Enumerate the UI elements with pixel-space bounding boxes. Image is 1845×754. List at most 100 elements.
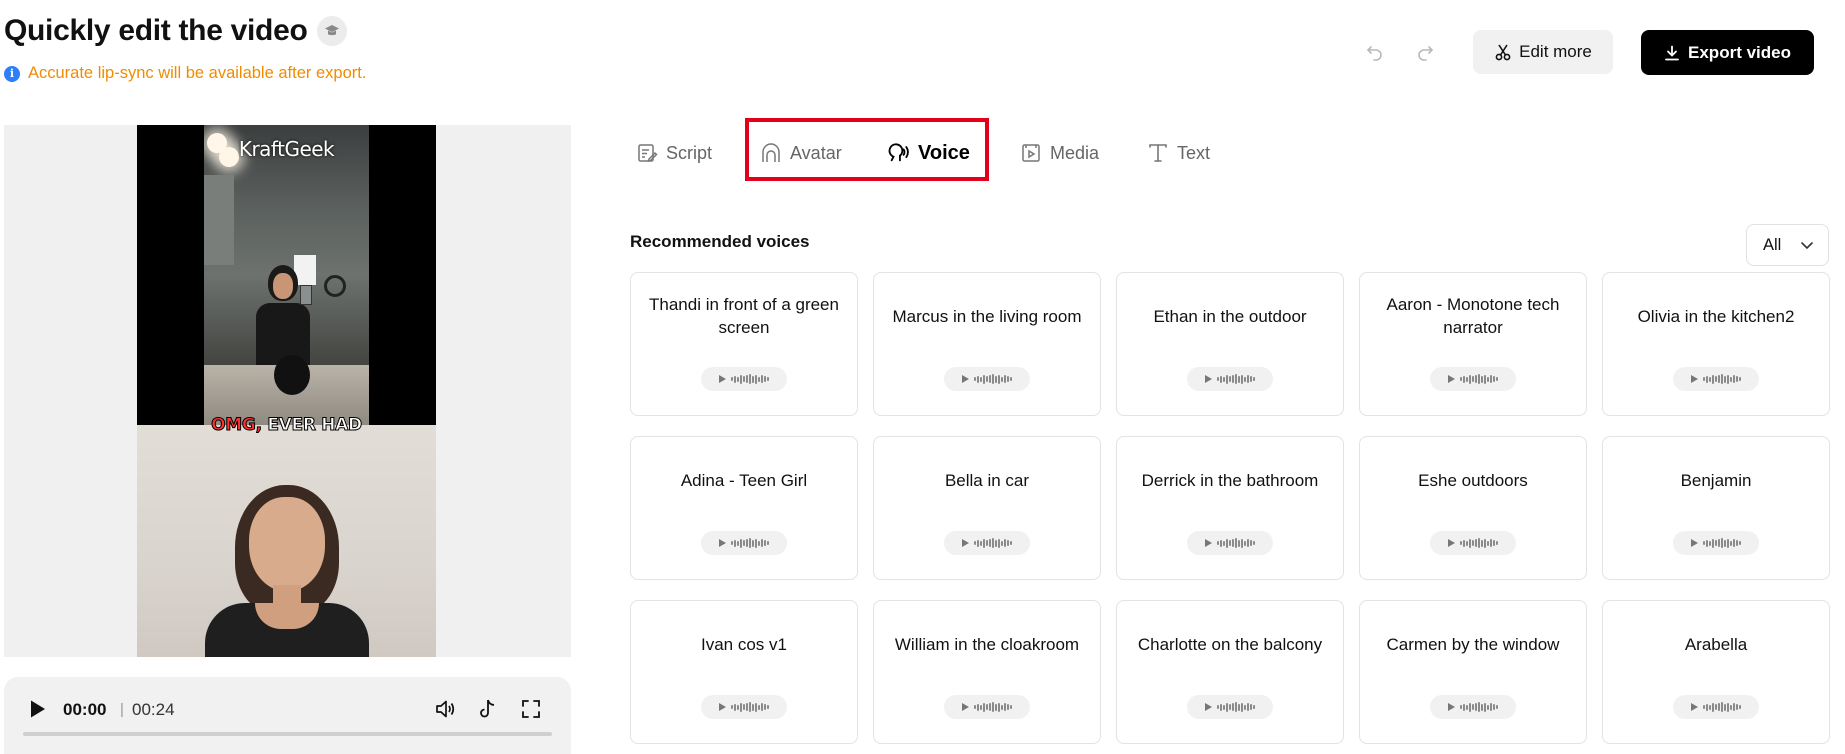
play-icon xyxy=(1205,375,1213,383)
voice-card-title: Arabella xyxy=(1684,634,1748,654)
voice-card[interactable]: Carmen by the window xyxy=(1359,600,1587,744)
video-top-scene: KraftGeek xyxy=(137,125,436,425)
voice-filter-dropdown[interactable]: All xyxy=(1746,224,1829,266)
tab-media[interactable]: Media xyxy=(1020,139,1099,167)
voice-card[interactable]: Ivan cos v1 xyxy=(630,600,858,744)
voice-card-title: Derrick in the bathroom xyxy=(1141,470,1319,490)
time-separator: | xyxy=(120,701,124,718)
brand-watermark: KraftGeek xyxy=(238,137,335,161)
tab-text-label: Text xyxy=(1177,142,1211,163)
download-icon xyxy=(1665,45,1679,60)
voice-card[interactable]: Eshe outdoors xyxy=(1359,436,1587,580)
voice-sample-player[interactable] xyxy=(944,695,1030,719)
voice-card[interactable]: Marcus in the living room xyxy=(873,272,1101,416)
tiktok-icon[interactable] xyxy=(476,697,500,721)
voice-sample-player[interactable] xyxy=(701,531,787,555)
tab-script[interactable]: Script xyxy=(636,139,712,167)
voice-card-title: Thandi in front of a green screen xyxy=(649,295,839,337)
progress-bar[interactable] xyxy=(23,732,552,736)
text-icon xyxy=(1147,142,1169,164)
voice-card-title: Bella in car xyxy=(944,470,1030,490)
lip-sync-notice: i Accurate lip-sync will be available af… xyxy=(4,64,366,83)
voice-sample-player[interactable] xyxy=(1673,531,1759,555)
voice-sample-player[interactable] xyxy=(1430,695,1516,719)
voice-card-title: Ethan in the outdoor xyxy=(1153,306,1307,326)
caption-red-text: OMG, xyxy=(211,415,263,436)
voice-card[interactable]: Olivia in the kitchen2 xyxy=(1602,272,1830,416)
notice-text: Accurate lip-sync will be available afte… xyxy=(28,64,367,82)
tab-text[interactable]: Text xyxy=(1147,139,1210,167)
play-icon xyxy=(1691,539,1699,547)
voice-card[interactable]: Thandi in front of a green screen xyxy=(630,272,858,416)
voice-card-title: Benjamin xyxy=(1680,470,1752,490)
voice-sample-player[interactable] xyxy=(944,367,1030,391)
voice-card-title: Eshe outdoors xyxy=(1418,470,1528,490)
waveform-icon xyxy=(1217,373,1255,385)
waveform-icon xyxy=(1460,701,1498,713)
play-icon xyxy=(962,703,970,711)
media-icon xyxy=(1020,142,1042,164)
voice-sample-player[interactable] xyxy=(701,695,787,719)
tab-script-label: Script xyxy=(666,142,713,163)
waveform-icon xyxy=(1460,373,1498,385)
undo-icon[interactable] xyxy=(1363,40,1387,64)
play-icon xyxy=(719,375,727,383)
redo-icon[interactable] xyxy=(1413,40,1437,64)
play-icon xyxy=(1448,703,1456,711)
voice-sample-player[interactable] xyxy=(1430,367,1516,391)
fullscreen-icon[interactable] xyxy=(519,697,543,721)
voice-card-title: Aaron - Monotone tech narrator xyxy=(1386,295,1560,337)
export-video-label: Export video xyxy=(1688,42,1791,62)
voice-grid: Thandi in front of a green screen Marcus … xyxy=(630,272,1830,744)
voice-card[interactable]: Bella in car xyxy=(873,436,1101,580)
video-player-controls: 00:00 | 00:24 xyxy=(4,677,571,754)
play-icon xyxy=(719,539,727,547)
total-time: 00:24 xyxy=(132,700,175,719)
waveform-icon xyxy=(974,373,1012,385)
page-title: Quickly edit the video xyxy=(4,14,348,48)
video-bottom-scene xyxy=(137,425,436,657)
voice-card[interactable]: Arabella xyxy=(1602,600,1830,744)
play-icon[interactable] xyxy=(26,698,48,720)
play-icon xyxy=(1691,703,1699,711)
waveform-icon xyxy=(1217,701,1255,713)
voice-sample-player[interactable] xyxy=(1187,531,1273,555)
voice-card[interactable]: Charlotte on the balcony xyxy=(1116,600,1344,744)
chevron-down-icon xyxy=(1801,242,1813,250)
play-icon xyxy=(1448,539,1456,547)
waveform-icon xyxy=(1703,701,1741,713)
voice-card-title: Marcus in the living room xyxy=(892,306,1082,326)
waveform-icon xyxy=(1460,537,1498,549)
voice-card[interactable]: Adina - Teen Girl xyxy=(630,436,858,580)
video-preview[interactable]: KraftGeek OMG, EVER HAD xyxy=(4,125,571,657)
highlight-box xyxy=(745,118,989,181)
voice-sample-player[interactable] xyxy=(1187,367,1273,391)
voice-sample-player[interactable] xyxy=(1673,695,1759,719)
tab-media-label: Media xyxy=(1050,142,1100,163)
scissors-icon xyxy=(1495,44,1511,61)
voice-sample-player[interactable] xyxy=(944,531,1030,555)
graduation-cap-icon[interactable] xyxy=(317,16,348,46)
voice-card-title: Charlotte on the balcony xyxy=(1137,634,1323,654)
waveform-icon xyxy=(1703,537,1741,549)
play-icon xyxy=(962,539,970,547)
volume-icon[interactable] xyxy=(433,697,457,721)
voice-card[interactable]: Benjamin xyxy=(1602,436,1830,580)
voice-card[interactable]: Aaron - Monotone tech narrator xyxy=(1359,272,1587,416)
edit-more-button[interactable]: Edit more xyxy=(1473,30,1613,74)
waveform-icon xyxy=(1217,537,1255,549)
voice-sample-player[interactable] xyxy=(1187,695,1273,719)
voice-sample-player[interactable] xyxy=(701,367,787,391)
waveform-icon xyxy=(974,701,1012,713)
export-video-button[interactable]: Export video xyxy=(1641,30,1814,75)
current-time: 00:00 xyxy=(63,700,107,719)
waveform-icon xyxy=(1703,373,1741,385)
voice-sample-player[interactable] xyxy=(1430,531,1516,555)
caption-white-text: EVER HAD xyxy=(267,415,363,436)
script-icon xyxy=(636,142,658,164)
voice-card[interactable]: William in the cloakroom xyxy=(873,600,1101,744)
voice-sample-player[interactable] xyxy=(1673,367,1759,391)
voice-filter-value: All xyxy=(1763,235,1782,254)
voice-card[interactable]: Ethan in the outdoor xyxy=(1116,272,1344,416)
voice-card[interactable]: Derrick in the bathroom xyxy=(1116,436,1344,580)
